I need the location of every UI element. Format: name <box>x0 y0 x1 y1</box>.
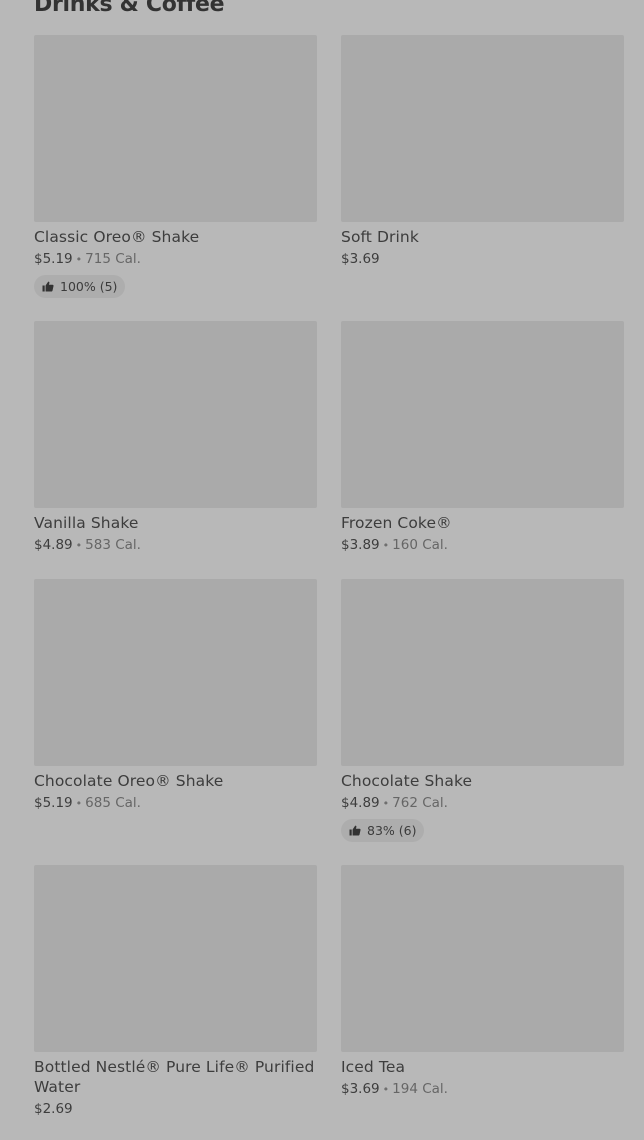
item-image[interactable] <box>34 321 317 508</box>
item-name: Chocolate Oreo® Shake <box>34 772 224 790</box>
separator-dot: • <box>75 797 83 810</box>
item-name: Soft Drink <box>341 228 419 246</box>
item-price: $5.19 <box>34 251 73 267</box>
item-image[interactable] <box>34 579 317 766</box>
menu-item-card[interactable]: Chocolate Oreo® Shake $5.19 • 685 Cal. <box>34 579 317 813</box>
item-price: $3.89 <box>341 537 380 553</box>
rating-badge: 83% (6) <box>341 819 425 842</box>
item-image[interactable] <box>34 35 317 222</box>
menu-item-card[interactable]: Bottled Nestlé® Pure Life® Purified Wate… <box>34 865 317 1118</box>
item-price: $2.69 <box>34 1101 73 1117</box>
item-calories: 685 Cal. <box>85 795 141 811</box>
item-meta: $4.89 • 583 Cal. <box>34 536 317 555</box>
item-meta: $5.19 • 685 Cal. <box>34 794 317 813</box>
item-name: Classic Oreo® Shake <box>34 228 200 246</box>
item-calories: 715 Cal. <box>85 251 141 267</box>
item-price: $4.89 <box>341 795 380 811</box>
separator-dot: • <box>382 539 390 552</box>
menu-item-card[interactable]: Chocolate Shake $4.89 • 762 Cal. 83% (6) <box>341 579 624 842</box>
menu-item-card[interactable]: Iced Tea $3.69 • 194 Cal. <box>341 865 624 1099</box>
item-calories: 194 Cal. <box>392 1081 448 1097</box>
item-price: $5.19 <box>34 795 73 811</box>
item-price: $3.69 <box>341 251 380 267</box>
item-image[interactable] <box>341 321 624 508</box>
item-name: Chocolate Shake <box>341 772 473 790</box>
item-name: Frozen Coke® <box>341 514 452 532</box>
item-meta: $4.89 • 762 Cal. <box>341 794 624 813</box>
item-name: Vanilla Shake <box>34 514 139 532</box>
item-image[interactable] <box>34 865 317 1052</box>
menu-item-card[interactable]: Soft Drink $3.69 <box>341 35 624 268</box>
item-name: Iced Tea <box>341 1058 406 1076</box>
separator-dot: • <box>382 797 390 810</box>
menu-item-card[interactable]: Frozen Coke® $3.89 • 160 Cal. <box>341 321 624 555</box>
rating-badge: 100% (5) <box>34 275 126 298</box>
item-calories: 160 Cal. <box>392 537 448 553</box>
item-calories: 762 Cal. <box>392 795 448 811</box>
item-image[interactable] <box>341 35 624 222</box>
separator-dot: • <box>75 253 83 266</box>
separator-dot: • <box>75 539 83 552</box>
section-title: Drinks & Coffee <box>34 0 225 17</box>
item-meta: $5.19 • 715 Cal. <box>34 250 317 269</box>
item-meta: $3.69 <box>341 250 624 268</box>
item-calories: 583 Cal. <box>85 537 141 553</box>
menu-item-card[interactable]: Classic Oreo® Shake $5.19 • 715 Cal. 100% … <box>34 35 317 298</box>
thumbs-up-icon <box>42 281 54 292</box>
item-price: $3.69 <box>341 1081 380 1097</box>
menu-item-card[interactable]: Vanilla Shake $4.89 • 583 Cal. <box>34 321 317 555</box>
item-meta: $3.89 • 160 Cal. <box>341 536 624 555</box>
separator-dot: • <box>382 1083 390 1096</box>
item-image[interactable] <box>341 579 624 766</box>
item-name: Bottled Nestlé® Pure Life® Purified Wate… <box>34 1058 315 1096</box>
item-price: $4.89 <box>34 537 73 553</box>
item-meta: $2.69 <box>34 1100 317 1118</box>
rating-text: 100% (5) <box>60 279 118 294</box>
item-meta: $3.69 • 194 Cal. <box>341 1080 624 1099</box>
rating-text: 83% (6) <box>367 823 417 838</box>
thumbs-up-icon <box>349 825 361 836</box>
item-image[interactable] <box>341 865 624 1052</box>
